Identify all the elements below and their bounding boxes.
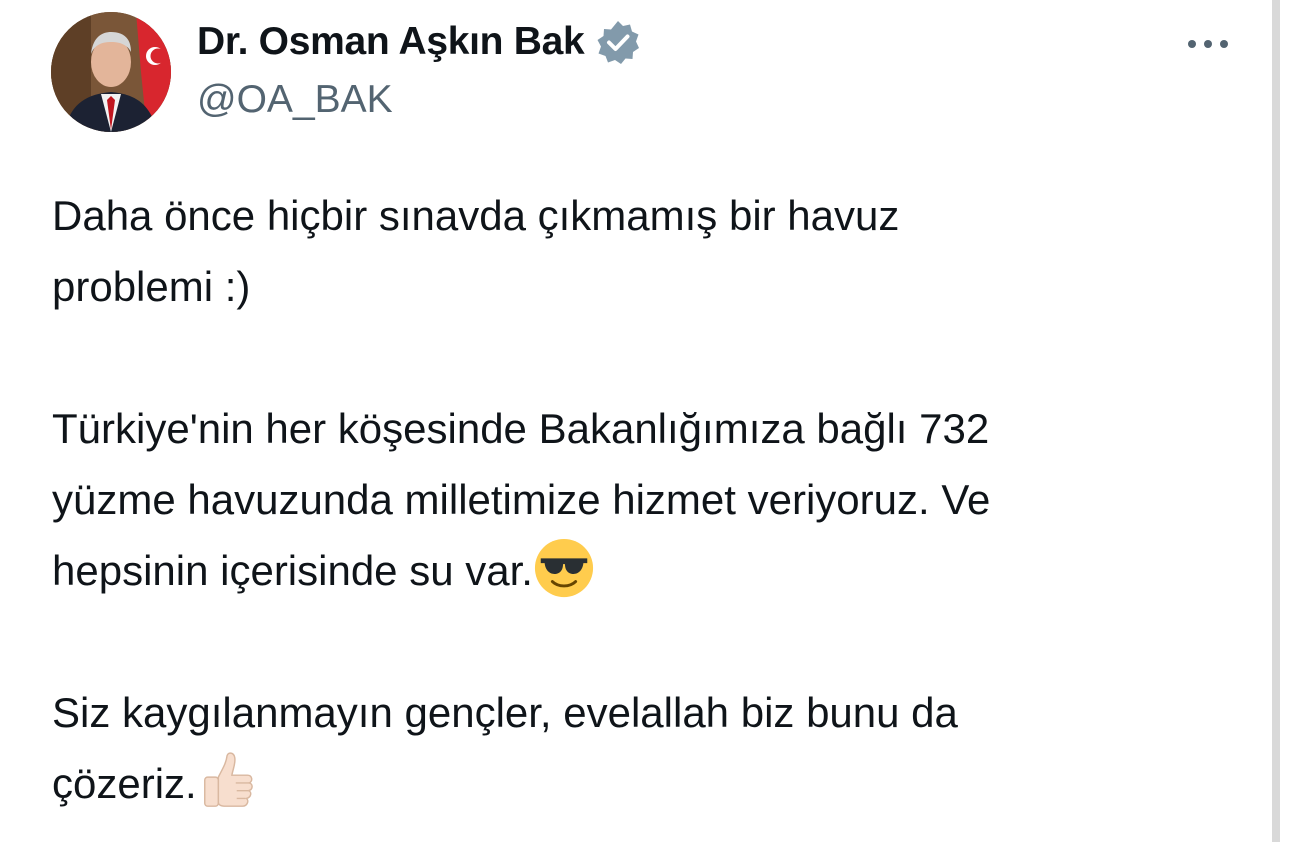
avatar[interactable] xyxy=(51,12,171,132)
tweet-line: problemi :) xyxy=(52,263,251,310)
tweet-line: hepsinin içerisinde su var. xyxy=(52,547,533,594)
tweet-line: Türkiye'nin her köşesinde Bakanlığımıza … xyxy=(52,405,990,452)
tweet-line: Siz kaygılanmayın gençler, evelallah biz… xyxy=(52,689,958,736)
tweet-text: Daha önce hiçbir sınavda çıkmamış bir ha… xyxy=(52,180,1242,819)
verified-badge-icon[interactable] xyxy=(594,18,642,66)
thumbs-up-emoji-icon xyxy=(203,752,253,807)
tweet-line: Daha önce hiçbir sınavda çıkmamış bir ha… xyxy=(52,192,900,239)
tweet-paragraph-2: Türkiye'nin her köşesinde Bakanlığımıza … xyxy=(52,393,1242,606)
tweet-line: çözeriz. xyxy=(52,760,197,807)
tweet-card: Dr. Osman Aşkın Bak @OA_BAK Daha önce hi… xyxy=(0,0,1272,842)
display-name[interactable]: Dr. Osman Aşkın Bak xyxy=(197,18,585,66)
profile-photo-icon xyxy=(51,12,171,132)
tweet-paragraph-3: Siz kaygılanmayın gençler, evelallah biz… xyxy=(52,677,1242,819)
ellipsis-icon[interactable] xyxy=(1180,26,1236,62)
tweet-paragraph-1: Daha önce hiçbir sınavda çıkmamış bir ha… xyxy=(52,180,1242,322)
tweet-line: yüzme havuzunda milletimize hizmet veriy… xyxy=(52,476,991,523)
author-name-row: Dr. Osman Aşkın Bak xyxy=(197,18,642,66)
scrollbar[interactable] xyxy=(1272,0,1280,842)
author-handle[interactable]: @OA_BAK xyxy=(197,76,393,124)
sunglasses-face-emoji-icon xyxy=(534,538,593,598)
